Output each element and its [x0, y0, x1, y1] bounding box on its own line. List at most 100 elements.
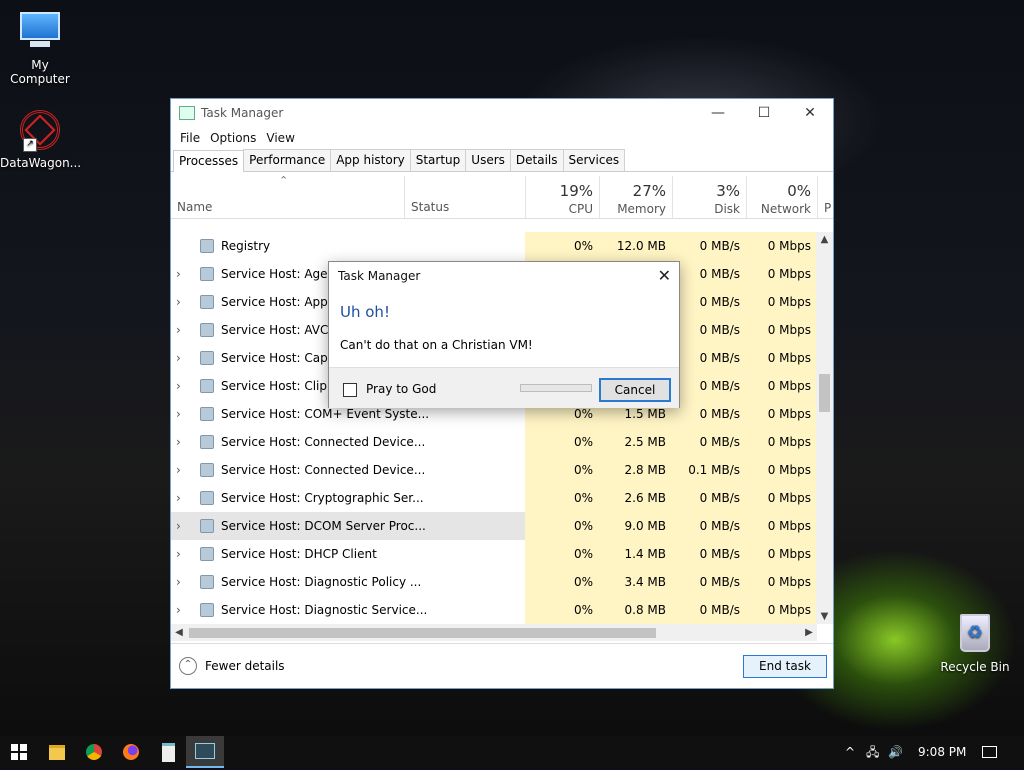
process-row[interactable]: › Service Host: Diagnostic Policy ... 0% 3.… — [171, 568, 817, 596]
expand-chevron-icon[interactable]: › — [176, 260, 190, 288]
gear-icon — [200, 491, 214, 505]
close-button[interactable]: ✕ — [787, 105, 833, 121]
expand-chevron-icon[interactable]: › — [176, 596, 190, 624]
process-disk: 0 MB/s — [672, 428, 746, 456]
expand-chevron-icon[interactable]: › — [176, 484, 190, 512]
expand-chevron-icon[interactable]: › — [176, 400, 190, 428]
process-network: 0 Mbps — [746, 260, 817, 288]
expand-chevron-icon[interactable]: › — [176, 540, 190, 568]
column-header-status[interactable]: Status — [404, 176, 526, 218]
progress-bar — [520, 384, 592, 392]
vertical-scrollbar[interactable]: ▲ ▼ — [816, 232, 833, 624]
tab-details[interactable]: Details — [509, 149, 564, 171]
memory-label: Memory — [617, 202, 666, 216]
process-cpu: 0% — [525, 568, 599, 596]
desktop-icon-recycle-bin[interactable]: ♻ Recycle Bin — [935, 614, 1015, 674]
process-disk: 0 MB/s — [672, 344, 746, 372]
expand-chevron-icon[interactable]: › — [176, 288, 190, 316]
network-percent: 0% — [787, 182, 811, 200]
process-disk: 0 MB/s — [672, 316, 746, 344]
task-manager-icon — [179, 106, 195, 120]
menu-bar: File Options View — [171, 127, 833, 149]
desktop-icon-my-computer[interactable]: My Computer — [0, 8, 80, 86]
end-task-button[interactable]: End task — [743, 655, 827, 678]
column-header-cpu[interactable]: 19% CPU — [525, 176, 599, 218]
process-disk: 0 MB/s — [672, 596, 746, 624]
task-manager-taskbar-button[interactable] — [186, 736, 224, 768]
cancel-button[interactable]: Cancel — [599, 378, 671, 402]
expand-chevron-icon[interactable]: › — [176, 428, 190, 456]
process-memory: 2.5 MB — [599, 428, 672, 456]
tab-services[interactable]: Services — [562, 149, 626, 171]
tab-users[interactable]: Users — [465, 149, 511, 171]
minimize-button[interactable]: — — [695, 105, 741, 121]
title-bar[interactable]: Task Manager — ☐ ✕ — [171, 99, 833, 127]
scroll-left-arrow-icon[interactable]: ◀ — [171, 624, 187, 641]
network-icon[interactable]: 🖧 — [866, 736, 879, 768]
expand-chevron-icon[interactable]: › — [176, 344, 190, 372]
vertical-scroll-thumb[interactable] — [819, 374, 830, 412]
column-header-network[interactable]: 0% Network — [746, 176, 817, 218]
window-title: Task Manager — [201, 106, 284, 120]
tray-chevron-icon[interactable]: ^ — [845, 736, 855, 768]
process-name: Service Host: DHCP Client — [221, 547, 377, 561]
action-center-icon[interactable] — [982, 736, 998, 768]
file-explorer-button[interactable] — [38, 736, 76, 768]
menu-options[interactable]: Options — [205, 131, 261, 145]
process-row[interactable]: › Service Host: Connected Device... 0% 2.8 … — [171, 456, 817, 484]
horizontal-scrollbar[interactable]: ◀ ▶ — [171, 624, 817, 641]
process-row[interactable]: › Service Host: DHCP Client 0% 1.4 MB 0 MB/s… — [171, 540, 817, 568]
volume-icon[interactable]: 🔊 — [888, 736, 903, 768]
clock[interactable]: 9:08 PM — [918, 736, 966, 768]
firefox-button[interactable] — [112, 736, 150, 768]
column-header-power[interactable]: P — [817, 176, 833, 218]
chrome-button[interactable] — [75, 736, 113, 768]
tab-startup[interactable]: Startup — [409, 149, 467, 171]
process-cpu: 0% — [525, 232, 599, 260]
column-header-memory[interactable]: 27% Memory — [599, 176, 672, 218]
dialog-message: Can't do that on a Christian VM! — [340, 338, 533, 352]
pray-checkbox-label[interactable]: Pray to God — [366, 382, 436, 396]
expand-chevron-icon[interactable]: › — [176, 568, 190, 596]
expand-chevron-icon[interactable]: › — [176, 512, 190, 540]
notepad-button[interactable] — [149, 736, 187, 768]
dialog-close-button[interactable]: ✕ — [658, 266, 671, 285]
tab-processes[interactable]: Processes — [173, 150, 245, 172]
pray-checkbox[interactable] — [343, 383, 357, 397]
fewer-details-button[interactable]: ⌃ Fewer details — [179, 657, 285, 675]
expand-chevron-icon[interactable]: › — [176, 316, 190, 344]
desktop-icon-datawagon[interactable]: ↗ DataWagon... — [0, 110, 81, 170]
maximize-button[interactable]: ☐ — [741, 105, 787, 121]
scroll-right-arrow-icon[interactable]: ▶ — [801, 624, 817, 641]
process-disk: 0 MB/s — [672, 512, 746, 540]
process-row[interactable]: › Service Host: Cryptographic Ser... 0% 2.6… — [171, 484, 817, 512]
process-memory: 12.0 MB — [599, 232, 672, 260]
process-row[interactable]: › Service Host: Connected Device... 0% 2.5 … — [171, 428, 817, 456]
scroll-up-arrow-icon[interactable]: ▲ — [816, 234, 833, 245]
process-disk: 0 MB/s — [672, 372, 746, 400]
expand-chevron-icon[interactable]: › — [176, 456, 190, 484]
gear-icon — [200, 267, 214, 281]
start-button[interactable] — [0, 736, 38, 768]
menu-view[interactable]: View — [261, 131, 299, 145]
chevron-up-circle-icon: ⌃ — [179, 657, 197, 675]
dialog-title: Task Manager — [338, 269, 421, 283]
process-memory: 3.4 MB — [599, 568, 672, 596]
menu-file[interactable]: File — [175, 131, 205, 145]
desktop-icon-label: Recycle Bin — [940, 660, 1010, 674]
tab-strip: Processes Performance App history Startu… — [171, 149, 833, 172]
error-dialog: Task Manager ✕ Uh oh! Can't do that on a… — [328, 261, 680, 408]
horizontal-scroll-thumb[interactable] — [189, 628, 656, 638]
tab-performance[interactable]: Performance — [243, 149, 332, 171]
column-header-name[interactable]: Name — [171, 176, 404, 218]
tab-app-history[interactable]: App history — [330, 149, 411, 171]
column-status-label: Status — [411, 200, 450, 214]
footer-bar: ⌃ Fewer details End task — [171, 643, 833, 690]
process-row[interactable]: Registry 0% 12.0 MB 0 MB/s 0 Mbps — [171, 232, 817, 260]
process-row[interactable]: › Service Host: DCOM Server Proc... 0% 9.0 … — [171, 512, 817, 540]
process-row[interactable]: › Service Host: Diagnostic Service... 0% 0.… — [171, 596, 817, 624]
process-name: Service Host: Connected Device... — [221, 435, 426, 449]
column-header-disk[interactable]: 3% Disk — [672, 176, 746, 218]
expand-chevron-icon[interactable]: › — [176, 372, 190, 400]
scroll-down-arrow-icon[interactable]: ▼ — [816, 611, 833, 622]
